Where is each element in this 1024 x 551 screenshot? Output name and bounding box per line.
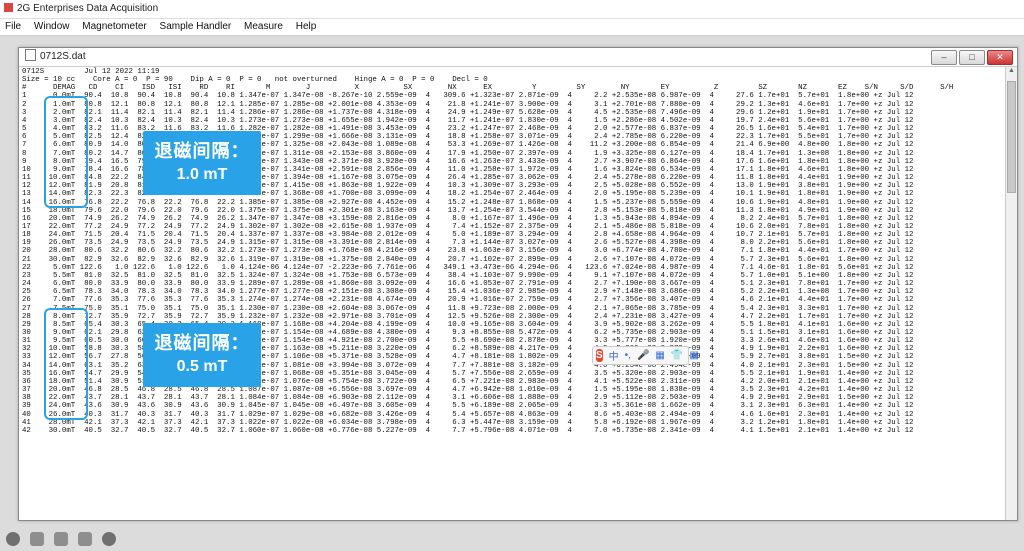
data-row: 42 30.0mT 40.5 32.7 40.5 32.7 40.5 32.7 … xyxy=(22,426,914,435)
bracket-1mT-rows xyxy=(44,96,88,208)
file-icon xyxy=(25,49,36,61)
scroll-up-arrow-icon[interactable]: ▲ xyxy=(1006,67,1017,78)
menu-measure[interactable]: Measure xyxy=(239,21,288,32)
data-row: 38 22.0mT 43.7 28.1 43.7 28.1 43.7 28.1 … xyxy=(22,394,914,403)
menu-help[interactable]: Help xyxy=(291,21,322,32)
skin-icon[interactable]: 👕 xyxy=(671,350,683,361)
play-icon[interactable] xyxy=(6,532,20,546)
data-row: 18 24.0mT 71.5 20.4 71.5 20.4 71.5 20.4 … xyxy=(22,231,914,240)
document-window: 0712S.dat – □ ✕ 0712S Jul 12 2022 11:19 S… xyxy=(18,47,1018,521)
app-title: 2G Enterprises Data Acquisition xyxy=(17,3,159,14)
header-line: # DEMAG CD CI ISD ISI RD RI M J X SX NX … xyxy=(22,84,954,93)
data-row: 14 16.0mT 76.8 22.2 76.8 22.2 76.8 22.2 … xyxy=(22,198,914,207)
pen-icon[interactable] xyxy=(30,532,44,546)
keyboard-icon[interactable]: ▦ xyxy=(655,350,664,361)
annotation-label: 退磁间隔： xyxy=(154,141,250,161)
data-row: 3 2.0mT 82.1 11.4 82.1 11.4 82.1 11.4 1.… xyxy=(22,108,914,117)
data-row: 28 8.0mT 72.7 35.9 72.7 35.9 72.7 35.9 1… xyxy=(22,312,914,321)
data-row: 4 3.0mT 82.4 10.3 82.4 10.3 82.4 10.3 1.… xyxy=(22,116,914,125)
menu-sample-handler[interactable]: Sample Handler xyxy=(155,21,237,32)
data-row: 22 5.0mT 122.6 1.0 122.6 1.0 122.6 1.0 4… xyxy=(22,263,914,272)
ime-mode-chinese[interactable]: 中 xyxy=(609,348,619,363)
scrollbar-thumb[interactable] xyxy=(1007,81,1016,193)
close-button[interactable]: ✕ xyxy=(987,50,1013,65)
microphone-icon[interactable]: 🎤 xyxy=(637,350,649,361)
annotation-interval-05mT: 退磁间隔： 0.5 mT xyxy=(143,323,261,387)
ime-punctuation-icon[interactable]: •, xyxy=(625,350,631,361)
data-row: 19 26.0mT 73.5 24.9 73.5 24.9 73.5 24.9 … xyxy=(22,239,914,248)
data-row: 24 6.0mT 80.0 33.9 80.0 33.9 80.0 33.9 1… xyxy=(22,280,914,289)
menu-magnetometer[interactable]: Magnetometer xyxy=(77,21,151,32)
data-row: 39 24.0mT 43.6 30.9 43.6 30.9 43.6 30.9 … xyxy=(22,402,914,411)
data-row: 20 28.0mT 80.6 32.2 80.6 32.2 80.6 32.2 … xyxy=(22,247,914,256)
data-row: 2 1.0mT 80.8 12.1 80.8 12.1 80.8 12.1 1.… xyxy=(22,100,914,109)
menu-window[interactable]: Window xyxy=(29,21,75,32)
document-title: 0712S.dat xyxy=(40,51,86,62)
data-row: 17 22.0mT 77.2 24.9 77.2 24.9 77.2 24.9 … xyxy=(22,222,914,231)
header-line: Size = 10 cc Core A = 0 P = 90 Dip A = 0… xyxy=(22,76,488,85)
data-row: 25 6.5mT 78.3 34.0 78.3 34.0 78.3 34.0 1… xyxy=(22,288,914,297)
data-row: 40 26.0mT 40.3 31.7 40.3 31.7 40.3 31.7 … xyxy=(22,410,914,419)
annotation-interval-1mT: 退磁间隔： 1.0 mT xyxy=(143,131,261,195)
bracket-05mT-rows xyxy=(44,308,88,420)
data-row: 15 18.0mT 79.6 22.0 79.6 22.0 79.6 22.0 … xyxy=(22,206,914,215)
toolbox-icon[interactable]: ▦ xyxy=(689,350,698,361)
comment-icon[interactable] xyxy=(78,532,92,546)
annotation-value: 1.0 mT xyxy=(176,166,228,183)
menu-file[interactable]: File xyxy=(0,21,26,32)
data-row: 27 7.5mT 75.0 35.1 75.0 35.1 75.0 35.1 1… xyxy=(22,304,914,313)
data-row: 37 20.0mT 46.8 28.5 46.8 28.5 46.8 28.5 … xyxy=(22,386,914,395)
data-row: 16 20.0mT 74.9 26.2 74.9 26.2 74.9 26.2 … xyxy=(22,214,914,223)
more-icon[interactable] xyxy=(102,532,116,546)
header-line: 0712S Jul 12 2022 11:19 xyxy=(22,68,160,76)
crop-icon[interactable] xyxy=(54,532,68,546)
vertical-scrollbar[interactable]: ▲ xyxy=(1005,67,1017,520)
app-logo-icon xyxy=(4,3,13,12)
data-row: 23 5.5mT 81.0 32.5 81.0 32.5 81.0 32.5 1… xyxy=(22,271,914,280)
data-row: 21 30.0mT 82.9 32.6 82.9 32.6 82.9 32.6 … xyxy=(22,255,914,264)
maximize-button[interactable]: □ xyxy=(959,50,985,65)
data-row: 41 28.0mT 42.1 37.3 42.1 37.3 42.1 37.3 … xyxy=(22,418,914,427)
minimize-button[interactable]: – xyxy=(931,50,957,65)
data-row: 1 0.0mT 90.4 10.8 90.4 10.8 90.4 10.8 1.… xyxy=(22,92,914,101)
annotation-value: 0.5 mT xyxy=(176,358,228,375)
sogou-logo-icon[interactable]: S xyxy=(596,349,603,362)
player-controls xyxy=(0,527,176,551)
data-row: 26 7.0mT 77.6 35.3 77.6 35.3 77.6 35.3 1… xyxy=(22,296,914,305)
ime-toolbar[interactable]: S 中 •, 🎤 ▦ 👕 ▦ xyxy=(592,346,699,365)
document-titlebar[interactable]: 0712S.dat – □ ✕ xyxy=(19,48,1017,67)
app-titlebar: 2G Enterprises Data Acquisition xyxy=(0,0,1024,19)
menu-bar: File Window Magnetometer Sample Handler … xyxy=(0,19,1024,36)
annotation-label: 退磁间隔： xyxy=(154,333,250,353)
